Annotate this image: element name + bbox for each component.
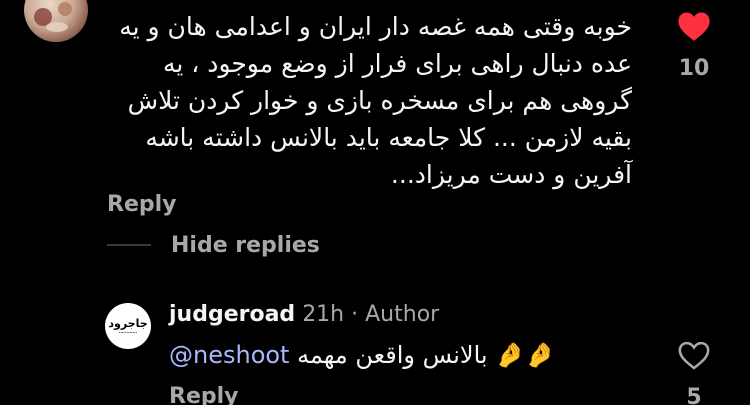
- reply-header: judgeroad 21h · Author: [169, 302, 439, 327]
- commenter-avatar[interactable]: [24, 0, 88, 42]
- pinched-fingers-emoji: 🤌🤌: [495, 341, 555, 369]
- reply-author-avatar[interactable]: جاجرود ............: [105, 303, 151, 349]
- author-badge: Author: [365, 302, 440, 327]
- reply-body-text: بالانس واقعن مهمه: [297, 341, 488, 369]
- reply-like-count: 5: [686, 385, 702, 405]
- reply-like-column: 5: [662, 339, 726, 405]
- reply-mention-link[interactable]: @neshoot: [169, 341, 289, 369]
- reply-time: 21h: [302, 302, 345, 327]
- meta-separator: ·: [351, 302, 359, 327]
- reply-username[interactable]: judgeroad: [169, 302, 295, 327]
- comment-like-count: 10: [678, 56, 710, 81]
- avatar-logo-text: جاجرود ............: [108, 317, 148, 334]
- comment-like-column: 10: [662, 10, 726, 81]
- heart-outline-icon[interactable]: [677, 339, 711, 371]
- hide-replies-label: Hide replies: [171, 232, 320, 258]
- comment-reply-button[interactable]: Reply: [107, 192, 177, 217]
- comments-screen: خوبه وقتی همه غصه دار ایران و اعدامی هان…: [0, 0, 750, 405]
- reply-text-row: @neshoot بالانس واقعن مهمه 🤌🤌: [169, 341, 555, 369]
- hide-replies-button[interactable]: Hide replies: [107, 229, 320, 261]
- heart-filled-icon[interactable]: [677, 10, 711, 42]
- comment-text: خوبه وقتی همه غصه دار ایران و اعدامی هان…: [119, 12, 632, 189]
- thread-line-divider: [107, 244, 151, 246]
- reply-reply-button[interactable]: Reply: [169, 384, 239, 405]
